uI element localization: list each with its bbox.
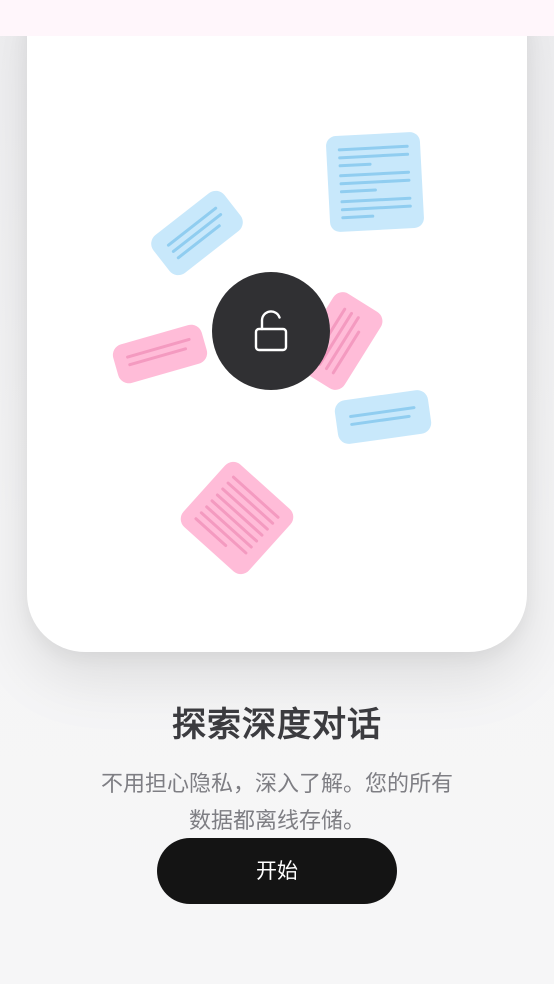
- blue-note-small: [151, 190, 243, 276]
- lock-badge: [212, 272, 330, 390]
- pink-note-left: [112, 324, 208, 384]
- status-bar: [0, 0, 554, 36]
- onboarding-subtitle: 不用担心隐私，深入了解。您的所有数据都离线存储。: [100, 772, 453, 834]
- start-button[interactable]: 开始: [157, 838, 397, 904]
- blue-note-document: [326, 132, 424, 232]
- pink-note-document: [180, 461, 294, 575]
- onboarding-title: 探索深度对话: [172, 705, 382, 745]
- blue-note-wide: [334, 390, 432, 444]
- privacy-illustration: [112, 132, 432, 575]
